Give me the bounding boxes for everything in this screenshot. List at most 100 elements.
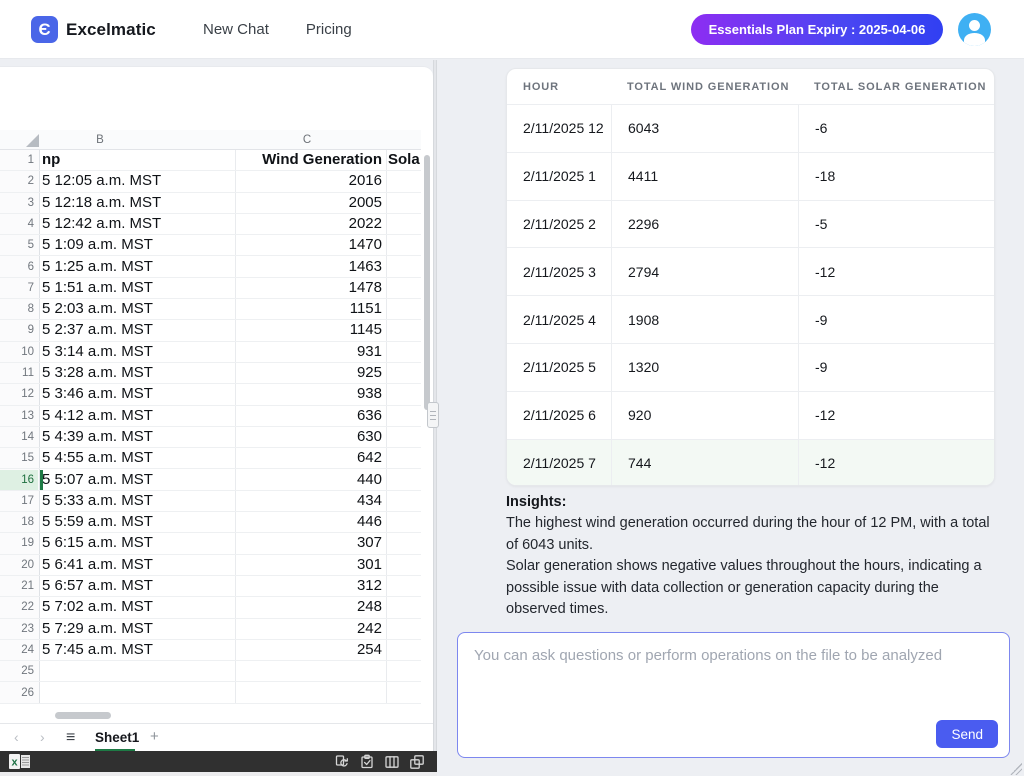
nav-item-new-chat[interactable]: New Chat xyxy=(203,21,269,38)
cell-d10[interactable] xyxy=(388,342,421,362)
row-number[interactable]: 14 xyxy=(0,427,38,447)
cell-c1[interactable]: Wind Generation xyxy=(235,150,382,170)
book-columns-icon[interactable] xyxy=(384,754,400,770)
sheet-menu-icon[interactable]: ≡ xyxy=(66,724,75,752)
cell-d16[interactable] xyxy=(388,470,421,490)
cell-d25[interactable] xyxy=(388,661,421,681)
row-number[interactable]: 26 xyxy=(0,683,38,703)
row-number[interactable]: 17 xyxy=(0,491,38,511)
row-number[interactable]: 15 xyxy=(0,448,38,468)
cell-d22[interactable] xyxy=(388,597,421,617)
row-number[interactable]: 13 xyxy=(0,406,38,426)
nav-item-pricing[interactable]: Pricing xyxy=(306,21,352,38)
cell-d4[interactable] xyxy=(388,214,421,234)
resize-grip-icon[interactable] xyxy=(1010,763,1022,775)
row-number[interactable]: 19 xyxy=(0,533,38,553)
cell-c17[interactable]: 434 xyxy=(235,491,382,511)
cell-d14[interactable] xyxy=(388,427,421,447)
cell-c14[interactable]: 630 xyxy=(235,427,382,447)
cell-d6[interactable] xyxy=(388,257,421,277)
row-number[interactable]: 5 xyxy=(0,235,38,255)
row-number[interactable]: 4 xyxy=(0,214,38,234)
cell-c5[interactable]: 1470 xyxy=(235,235,382,255)
select-all-corner-icon[interactable] xyxy=(26,134,39,147)
cell-c24[interactable]: 254 xyxy=(235,640,382,660)
row-number[interactable]: 20 xyxy=(0,555,38,575)
cell-c3[interactable]: 2005 xyxy=(235,193,382,213)
cell-c6[interactable]: 1463 xyxy=(235,257,382,277)
cell-c12[interactable]: 938 xyxy=(235,384,382,404)
cell-d18[interactable] xyxy=(388,512,421,532)
cell-d15[interactable] xyxy=(388,448,421,468)
cell-d23[interactable] xyxy=(388,619,421,639)
cell-c25[interactable] xyxy=(235,661,382,681)
cell-c11[interactable]: 925 xyxy=(235,363,382,383)
row-number[interactable]: 1 xyxy=(0,150,38,170)
cell-c18[interactable]: 446 xyxy=(235,512,382,532)
row-number[interactable]: 8 xyxy=(0,299,38,319)
cell-c8[interactable]: 1151 xyxy=(235,299,382,319)
row-number[interactable]: 7 xyxy=(0,278,38,298)
cell-c2[interactable]: 2016 xyxy=(235,171,382,191)
cell-d2[interactable] xyxy=(388,171,421,191)
add-sheet-button[interactable]: + xyxy=(150,724,159,752)
row-number[interactable]: 23 xyxy=(0,619,38,639)
cell-d9[interactable] xyxy=(388,320,421,340)
clipboard-check-icon[interactable] xyxy=(359,754,375,770)
cell-c21[interactable]: 312 xyxy=(235,576,382,596)
row-number[interactable]: 21 xyxy=(0,576,38,596)
row-number[interactable]: 18 xyxy=(0,512,38,532)
user-avatar[interactable] xyxy=(958,13,991,46)
row-number[interactable]: 24 xyxy=(0,640,38,660)
cell-c22[interactable]: 248 xyxy=(235,597,382,617)
cell-d24[interactable] xyxy=(388,640,421,660)
cell-c7[interactable]: 1478 xyxy=(235,278,382,298)
row-number[interactable]: 11 xyxy=(0,363,38,383)
divider-drag-handle[interactable] xyxy=(427,402,439,428)
overlapping-windows-icon[interactable] xyxy=(409,754,425,770)
row-number[interactable]: 16 xyxy=(0,470,38,490)
cell-d19[interactable] xyxy=(388,533,421,553)
cell-c19[interactable]: 307 xyxy=(235,533,382,553)
cell-c23[interactable]: 242 xyxy=(235,619,382,639)
cell-d8[interactable] xyxy=(388,299,421,319)
cell-c16[interactable]: 440 xyxy=(235,470,382,490)
cell-d26[interactable] xyxy=(388,683,421,703)
row-number[interactable]: 3 xyxy=(0,193,38,213)
column-header-c[interactable]: C xyxy=(303,130,311,150)
cell-d17[interactable] xyxy=(388,491,421,511)
send-button[interactable]: Send xyxy=(936,720,998,748)
cell-d11[interactable] xyxy=(388,363,421,383)
horizontal-scrollbar[interactable] xyxy=(55,712,111,719)
excelmatic-logo-icon[interactable]: Є xyxy=(31,16,58,43)
cell-c15[interactable]: 642 xyxy=(235,448,382,468)
cell-d21[interactable] xyxy=(388,576,421,596)
plan-expiry-badge[interactable]: Essentials Plan Expiry : 2025-04-06 xyxy=(691,14,943,45)
cell-d20[interactable] xyxy=(388,555,421,575)
row-number[interactable]: 10 xyxy=(0,342,38,362)
row-number[interactable]: 9 xyxy=(0,320,38,340)
cell-d1[interactable]: Sola xyxy=(388,150,421,170)
cell-c9[interactable]: 1145 xyxy=(235,320,382,340)
cell-c20[interactable]: 301 xyxy=(235,555,382,575)
row-number[interactable]: 22 xyxy=(0,597,38,617)
vertical-scrollbar[interactable] xyxy=(424,155,430,410)
cell-d7[interactable] xyxy=(388,278,421,298)
cell-c4[interactable]: 2022 xyxy=(235,214,382,234)
row-number[interactable]: 2 xyxy=(0,171,38,191)
prev-sheet-button[interactable]: ‹ xyxy=(14,724,19,752)
cell-d5[interactable] xyxy=(388,235,421,255)
row-number[interactable]: 25 xyxy=(0,661,38,681)
brand-title[interactable]: Excelmatic xyxy=(66,0,156,59)
paste-refresh-icon[interactable] xyxy=(334,754,350,770)
column-header-b[interactable]: B xyxy=(96,130,104,150)
row-number[interactable]: 6 xyxy=(0,257,38,277)
next-sheet-button[interactable]: › xyxy=(40,724,45,752)
cell-d12[interactable] xyxy=(388,384,421,404)
row-number[interactable]: 12 xyxy=(0,384,38,404)
cell-d3[interactable] xyxy=(388,193,421,213)
cell-c10[interactable]: 931 xyxy=(235,342,382,362)
cell-c26[interactable] xyxy=(235,683,382,703)
cell-c13[interactable]: 636 xyxy=(235,406,382,426)
chat-input[interactable] xyxy=(458,633,1009,721)
